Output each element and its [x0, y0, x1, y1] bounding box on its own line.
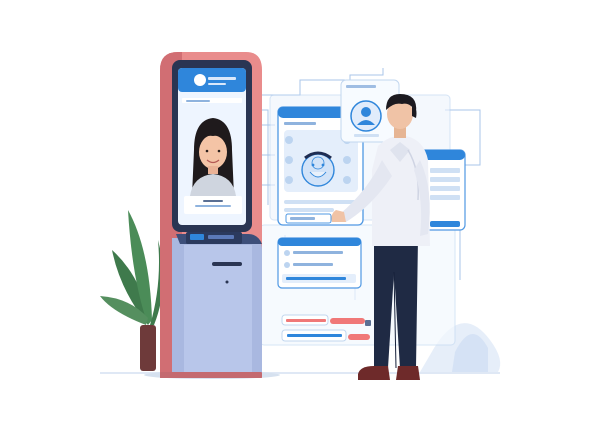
- status-bar-red: [286, 319, 326, 322]
- list-icon: [278, 238, 361, 246]
- kiosk-slot: [212, 262, 242, 266]
- illustration-canvas: [100, 52, 501, 380]
- mini-panel: [285, 213, 332, 224]
- kiosk: [144, 52, 280, 379]
- plant: [100, 210, 164, 371]
- illustration-scene: [0, 0, 610, 445]
- status-bar-red-3: [348, 334, 370, 340]
- person-shoe-right: [396, 366, 420, 380]
- face-scan-icon: [301, 153, 335, 187]
- status-bar-red-2: [330, 318, 365, 324]
- list-panel: [277, 237, 362, 289]
- status-bar-blue: [287, 334, 342, 337]
- person-shoe-left: [358, 366, 390, 380]
